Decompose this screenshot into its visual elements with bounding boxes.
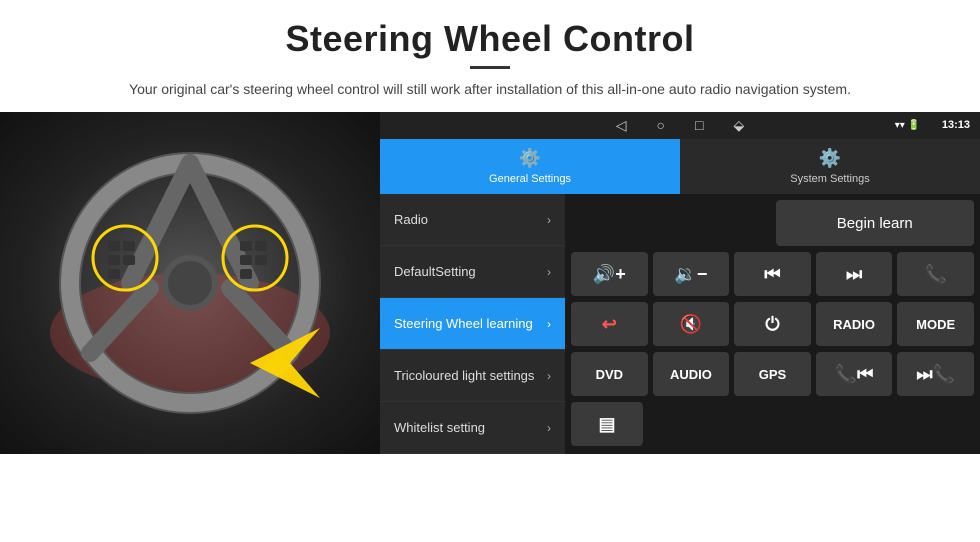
- begin-learn-row: Begin learn: [571, 200, 974, 246]
- steering-wheel-image: [30, 133, 350, 433]
- menu-tricoloured-label: Tricoloured light settings: [394, 368, 534, 384]
- phone-next-button[interactable]: ⏭📞: [897, 352, 974, 396]
- menu-whitelist-label: Whitelist setting: [394, 420, 485, 436]
- prev-track-icon: ⏮: [764, 264, 780, 285]
- phone-prev-button[interactable]: 📞⏮: [816, 352, 893, 396]
- next-track-icon: ⏭: [846, 264, 862, 285]
- radio-label: RADIO: [833, 317, 875, 332]
- menu-item-radio[interactable]: Radio ›: [380, 194, 565, 246]
- menu-item-steering[interactable]: Steering Wheel learning ›: [380, 298, 565, 350]
- next-track-button[interactable]: ⏭: [816, 252, 893, 296]
- menu-default-label: DefaultSetting: [394, 264, 476, 280]
- prev-track-button[interactable]: ⏮: [734, 252, 811, 296]
- car-image: [0, 112, 380, 454]
- empty-box: [571, 200, 770, 246]
- control-row-3: DVD AUDIO GPS 📞⏮ ⏭📞: [571, 352, 974, 396]
- power-icon: ⏻: [765, 314, 779, 335]
- hang-up-button[interactable]: ↩: [571, 302, 648, 346]
- eq-button[interactable]: ▤: [571, 402, 643, 446]
- control-row-1: 🔊+ 🔉− ⏮ ⏭ 📞: [571, 252, 974, 296]
- controls-area: Begin learn 🔊+ 🔉− ⏮ ⏭: [565, 194, 980, 454]
- radio-button[interactable]: RADIO: [816, 302, 893, 346]
- audio-label: AUDIO: [670, 367, 712, 382]
- chevron-right-icon: ›: [547, 369, 551, 383]
- home-nav-icon[interactable]: ○: [657, 117, 665, 133]
- tab-system-label: System Settings: [790, 173, 869, 185]
- mute-button[interactable]: 🔇: [653, 302, 730, 346]
- gps-button[interactable]: GPS: [734, 352, 811, 396]
- chevron-right-icon: ›: [547, 213, 551, 227]
- tab-general-settings[interactable]: ⚙️ General Settings: [380, 139, 680, 194]
- mode-label: MODE: [916, 317, 955, 332]
- page-subtitle: Your original car's steering wheel contr…: [20, 79, 960, 100]
- general-settings-icon: ⚙️: [519, 148, 541, 169]
- system-settings-icon: ⚙️: [819, 148, 841, 169]
- mute-icon: 🔇: [680, 314, 702, 335]
- audio-button[interactable]: AUDIO: [653, 352, 730, 396]
- android-ui: ◁ ○ □ ⬙ 13:13 ▾▾ 🔋 ⚙️ General Settings ⚙…: [380, 112, 980, 454]
- vol-down-button[interactable]: 🔉−: [653, 252, 730, 296]
- dvd-label: DVD: [596, 367, 623, 382]
- page-title: Steering Wheel Control: [20, 18, 960, 60]
- menu-item-tricoloured[interactable]: Tricoloured light settings ›: [380, 350, 565, 402]
- chevron-right-icon: ›: [547, 317, 551, 331]
- menu-radio-label: Radio: [394, 212, 428, 228]
- begin-learn-button[interactable]: Begin learn: [776, 200, 975, 246]
- dvd-button[interactable]: DVD: [571, 352, 648, 396]
- eq-icon: ▤: [598, 414, 615, 435]
- control-row-2: ↩ 🔇 ⏻ RADIO MODE: [571, 302, 974, 346]
- status-time: 13:13: [942, 119, 970, 131]
- signal-icons: ▾▾ 🔋: [895, 120, 920, 131]
- menu-list: Radio › DefaultSetting › Steering Wheel …: [380, 194, 565, 454]
- chevron-right-icon: ›: [547, 265, 551, 279]
- back-nav-icon[interactable]: ◁: [616, 117, 627, 134]
- menu-item-defaultsetting[interactable]: DefaultSetting ›: [380, 246, 565, 298]
- nav-bar: ◁ ○ □ ⬙ 13:13 ▾▾ 🔋: [380, 112, 980, 139]
- page-header: Steering Wheel Control Your original car…: [0, 0, 980, 112]
- phone-next-icon: ⏭📞: [916, 364, 955, 385]
- phone-button[interactable]: 📞: [897, 252, 974, 296]
- chevron-right-icon: ›: [547, 421, 551, 435]
- vol-up-icon: 🔊+: [593, 264, 626, 285]
- hang-up-icon: ↩: [602, 314, 617, 335]
- vol-down-icon: 🔉−: [674, 264, 707, 285]
- tab-general-label: General Settings: [489, 173, 571, 185]
- mode-button[interactable]: MODE: [897, 302, 974, 346]
- power-button[interactable]: ⏻: [734, 302, 811, 346]
- title-divider: [470, 66, 510, 69]
- menu-item-whitelist[interactable]: Whitelist setting ›: [380, 402, 565, 454]
- tab-bar: ⚙️ General Settings ⚙️ System Settings: [380, 139, 980, 194]
- phone-icon: 📞: [924, 264, 946, 285]
- car-image-area: [0, 112, 380, 454]
- vol-up-button[interactable]: 🔊+: [571, 252, 648, 296]
- control-row-4: ▤: [571, 402, 974, 446]
- recent-nav-icon[interactable]: □: [695, 117, 703, 133]
- screenshot-nav-icon[interactable]: ⬙: [733, 117, 744, 134]
- gps-label: GPS: [759, 367, 786, 382]
- bottom-area: Radio › DefaultSetting › Steering Wheel …: [380, 194, 980, 454]
- phone-prev-icon: 📞⏮: [835, 364, 874, 385]
- menu-steering-label: Steering Wheel learning: [394, 316, 533, 332]
- tab-system-settings[interactable]: ⚙️ System Settings: [680, 139, 980, 194]
- main-content: ◁ ○ □ ⬙ 13:13 ▾▾ 🔋 ⚙️ General Settings ⚙…: [0, 112, 980, 454]
